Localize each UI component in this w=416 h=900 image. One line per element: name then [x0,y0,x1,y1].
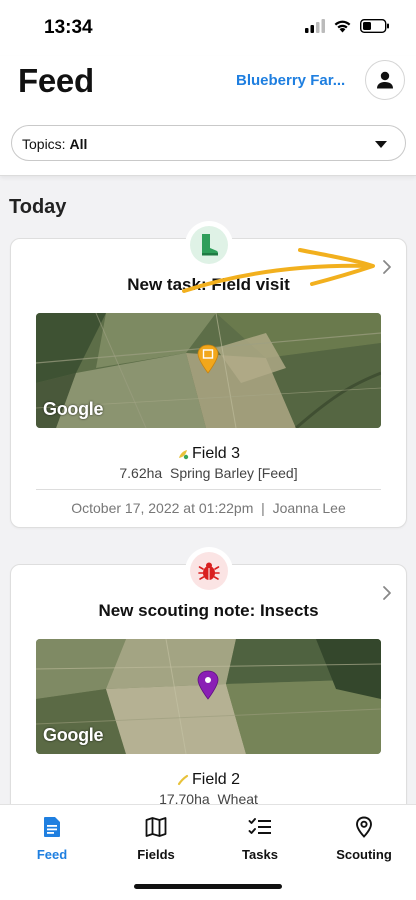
nav-label-scouting: Scouting [336,847,392,862]
signal-icon [305,19,325,33]
topics-prefix: Topics: [22,136,66,152]
nav-label-feed: Feed [36,847,68,862]
field-name-text: Field 3 [191,445,241,462]
page-title: Feed [18,62,94,99]
google-logo: Google [43,725,104,745]
chevron-right-icon[interactable] [382,585,392,601]
google-logo: Google [43,399,104,419]
nav-label-fields: Fields [137,847,175,862]
topics-value: All [69,136,88,152]
map-thumbnail[interactable]: Google [36,639,381,754]
topics-dropdown[interactable]: Topics: All [11,125,406,161]
nav-item-feed[interactable]: Feed [7,815,97,862]
topics-label: Topics: All [22,136,87,152]
card-title: New scouting note: Insects [98,601,319,620]
card-author: Joanna Lee [272,500,346,516]
field-name: Field 2 [11,771,406,789]
badge-circle [189,552,228,590]
bug-icon [197,562,220,580]
field-info: 7.62ha Spring Barley [Feed] [11,465,406,481]
annotation-arrow-icon [182,248,375,293]
field-name-text: Field 2 [191,771,241,788]
map-thumbnail[interactable]: Google [36,313,381,428]
profile-button[interactable] [365,60,405,100]
nav-item-scouting[interactable]: Scouting [319,815,409,862]
field-name: Field 3 [11,445,406,463]
map-icon [145,817,167,837]
meta-separator: | [261,500,265,516]
user-icon [377,71,393,89]
card-badge [184,547,233,595]
checklist-icon [248,818,271,834]
nav-item-fields[interactable]: Fields [111,815,201,862]
battery-icon [360,19,389,33]
field-crop: Spring Barley [Feed] [169,465,298,481]
document-icon [44,817,60,837]
status-bar: 13:34 [0,0,416,56]
crop-icon [177,774,189,785]
nav-item-tasks[interactable]: Tasks [215,815,305,862]
divider [36,489,381,490]
header: Feed Blueberry Far... Topics: All [0,56,416,176]
card-date: October 17, 2022 at 01:22pm [71,500,254,516]
section-title-today: Today [9,196,67,218]
card-meta: October 17, 2022 at 01:22pm | Joanna Lee [11,500,406,516]
location-pin-icon [356,816,372,838]
farm-selector[interactable]: Blueberry Far... [236,72,345,89]
status-time: 13:34 [44,17,93,38]
status-icons [305,19,390,33]
nav-label-tasks: Tasks [242,847,278,862]
caret-down-icon [375,141,387,148]
feed-card[interactable]: New scouting note: Insects Google Field … [10,547,407,844]
chevron-right-icon[interactable] [382,259,392,275]
home-indicator[interactable] [134,884,282,889]
crop-icon [178,449,189,459]
wifi-icon [334,20,351,33]
field-area: 7.62ha [119,465,163,481]
